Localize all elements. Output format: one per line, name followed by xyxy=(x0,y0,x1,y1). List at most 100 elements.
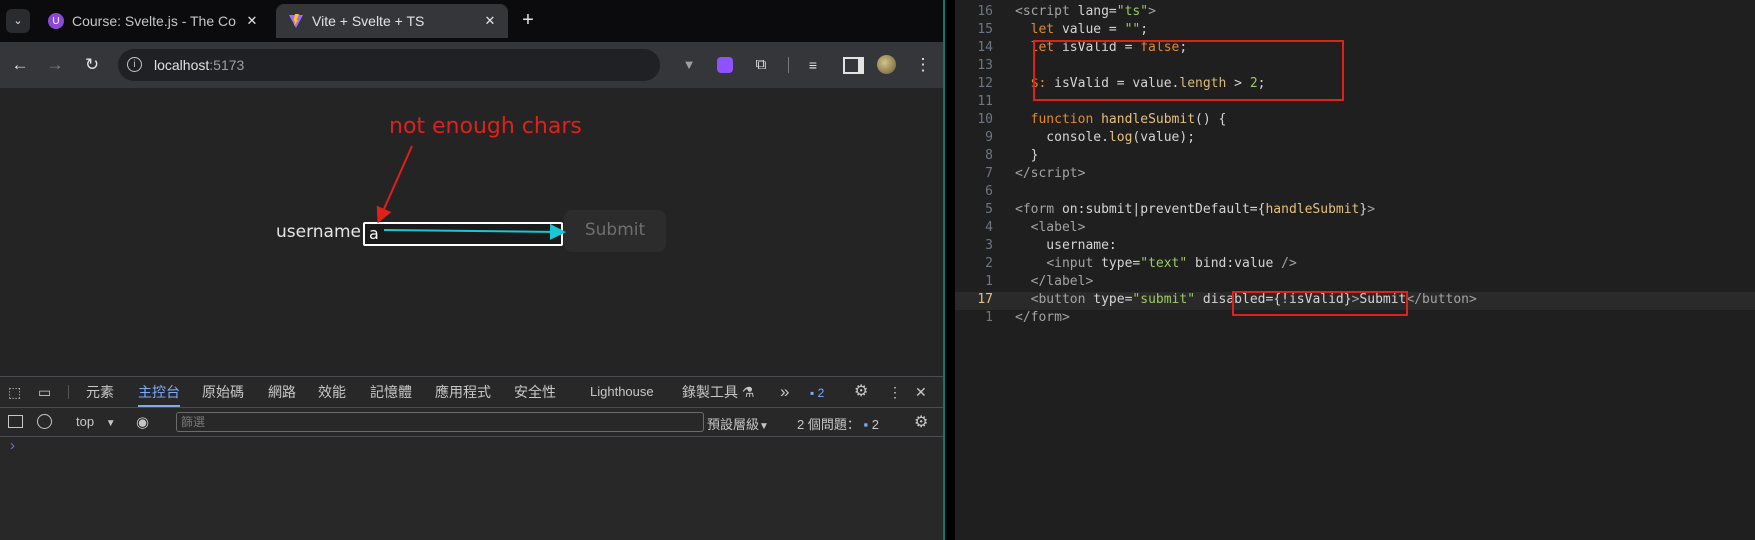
tab-security[interactable]: 安全性 xyxy=(514,377,556,407)
udemy-icon: U xyxy=(48,13,64,29)
console-toolbar: top ▼ ◉ 預設層級▼ 2 個問題： ▪ 2 ⚙ xyxy=(0,408,943,437)
tab-search-button[interactable]: ⌄ xyxy=(6,9,30,33)
devtools-close-icon[interactable]: ✕ xyxy=(915,377,927,407)
code-line: username: xyxy=(1015,238,1117,253)
console-settings-gear-icon[interactable]: ⚙ xyxy=(914,412,928,432)
tab-lighthouse[interactable]: Lighthouse xyxy=(590,377,654,407)
devtools-tabbar: ⬚ ▭ 元素 主控台 原始碼 網路 效能 記憶體 應用程式 安全性 Lighth… xyxy=(0,377,943,408)
url-port: :5173 xyxy=(209,57,245,73)
divider xyxy=(68,385,69,399)
close-icon[interactable]: ✕ xyxy=(478,13,502,29)
line-number: 13 xyxy=(977,58,993,73)
code-line: <label> xyxy=(1030,220,1086,235)
url-host: localhost xyxy=(154,57,210,73)
highlight-box-disabled xyxy=(1232,291,1408,316)
red-arrow xyxy=(376,145,413,224)
line-number: 4 xyxy=(985,220,993,235)
line-number: 2 xyxy=(985,256,993,271)
line-number: 15 xyxy=(977,22,993,37)
device-toolbar-icon[interactable]: ▭ xyxy=(38,377,56,407)
code-line: } xyxy=(1015,148,1039,163)
settings-gear-icon[interactable]: ⚙ xyxy=(854,377,868,407)
media-control-icon[interactable]: ≡ xyxy=(799,42,827,88)
vue-devtools-icon[interactable]: ▼ xyxy=(675,42,703,88)
line-number: 7 xyxy=(985,166,993,181)
sidebar-toggle-icon[interactable] xyxy=(8,415,23,428)
tab-application[interactable]: 應用程式 xyxy=(435,377,491,407)
cyan-arrow xyxy=(383,223,566,240)
code-editor[interactable]: 16 15 14 13 12 11 10 9 8 7 6 5 4 3 2 1 17 1 <script lang=… xyxy=(955,0,1755,540)
tab-sources[interactable]: 原始碼 xyxy=(202,377,244,407)
more-tabs-icon[interactable]: » xyxy=(780,377,789,407)
message-icon: ▪ xyxy=(863,417,869,432)
forward-icon[interactable]: → xyxy=(41,42,69,88)
issue-count: 2 xyxy=(817,386,825,400)
devtools-menu-icon[interactable]: ⋮ xyxy=(888,377,902,407)
line-number: 3 xyxy=(985,238,993,253)
line-number: 16 xyxy=(977,4,993,19)
tab-network[interactable]: 網路 xyxy=(268,377,296,407)
line-number: 1 xyxy=(985,310,993,325)
clear-console-icon[interactable] xyxy=(37,414,52,429)
code-line: </form> xyxy=(1015,310,1070,325)
tab-memory[interactable]: 記憶體 xyxy=(370,377,412,407)
extension-purple-icon[interactable] xyxy=(717,57,733,73)
tab-console[interactable]: 主控台 xyxy=(138,377,180,407)
code-line: let value = ""; xyxy=(1030,22,1149,37)
line-number: 11 xyxy=(977,94,993,109)
site-info-icon[interactable]: i xyxy=(127,57,142,72)
extensions-puzzle-icon[interactable]: ⧉ xyxy=(747,42,775,88)
url-text: localhost:5173 xyxy=(154,57,244,73)
code-line: console.log(value); xyxy=(1015,130,1196,145)
line-number: 6 xyxy=(985,184,993,199)
dropdown-arrow-icon: ▼ xyxy=(105,418,116,429)
line-number: 5 xyxy=(985,202,993,217)
line-number: 1 xyxy=(985,274,993,289)
line-number: 14 xyxy=(977,40,993,55)
inspect-element-icon[interactable]: ⬚ xyxy=(8,377,26,407)
page-viewport: not enough chars username: a Submit xyxy=(0,88,943,376)
tab-elements[interactable]: 元素 xyxy=(86,377,114,407)
toolbar-divider xyxy=(788,57,789,73)
tab-performance[interactable]: 效能 xyxy=(318,377,346,407)
context-selector[interactable]: top ▼ xyxy=(76,414,116,429)
context-value: top xyxy=(76,414,95,429)
levels-label: 預設層級 xyxy=(707,417,760,432)
line-number: 8 xyxy=(985,148,993,163)
tab-title: Course: Svelte.js - The Co xyxy=(72,13,236,29)
highlight-box-reactive xyxy=(1033,40,1344,101)
code-line: </script> xyxy=(1015,166,1086,181)
log-levels-dropdown[interactable]: 預設層級▼ xyxy=(707,414,769,433)
annotation-arrows xyxy=(376,145,566,240)
code-line: <input type="text" bind:value /> xyxy=(1046,256,1297,271)
browser-window: ⌄ U Course: Svelte.js - The Co ✕ Vite + … xyxy=(0,0,943,540)
back-icon[interactable]: ← xyxy=(6,42,34,88)
line-number: 12 xyxy=(977,76,993,91)
issues-summary[interactable]: 2 個問題： ▪ 2 xyxy=(797,414,879,433)
side-panel-icon[interactable] xyxy=(843,57,864,74)
vite-icon xyxy=(288,13,304,29)
avatar[interactable] xyxy=(877,55,896,74)
console-prompt[interactable]: › xyxy=(10,437,15,454)
tab-recorder[interactable]: 錄製工具 ⚗ xyxy=(682,377,754,407)
issues-badge[interactable]: ▪ 2 xyxy=(810,386,824,400)
console-filter-input[interactable] xyxy=(176,412,704,432)
line-number: 10 xyxy=(977,112,993,127)
tab-vite-svelte[interactable]: Vite + Svelte + TS ✕ xyxy=(276,4,508,38)
tab-svelte-course[interactable]: U Course: Svelte.js - The Co ✕ xyxy=(36,4,270,38)
code-line: function handleSubmit() { xyxy=(1030,112,1227,127)
code-line: </label> xyxy=(1030,274,1094,289)
menu-kebab-icon[interactable]: ⋮ xyxy=(909,42,937,88)
new-tab-button[interactable]: + xyxy=(516,8,540,32)
message-icon: ▪ xyxy=(810,386,815,400)
reload-icon[interactable]: ↻ xyxy=(78,42,106,88)
line-number: 17 xyxy=(977,292,993,307)
tab-title: Vite + Svelte + TS xyxy=(312,13,425,29)
code-line: <script lang="ts"> xyxy=(1015,4,1156,19)
code-line: <form on:submit|preventDefault={handleSu… xyxy=(1015,202,1376,217)
close-icon[interactable]: ✕ xyxy=(240,13,264,29)
live-expression-eye-icon[interactable]: ◉ xyxy=(136,413,149,431)
issues-count: 2 xyxy=(871,417,879,432)
line-number: 9 xyxy=(985,130,993,145)
devtools-panel: ⬚ ▭ 元素 主控台 原始碼 網路 效能 記憶體 應用程式 安全性 Lighth… xyxy=(0,376,943,540)
